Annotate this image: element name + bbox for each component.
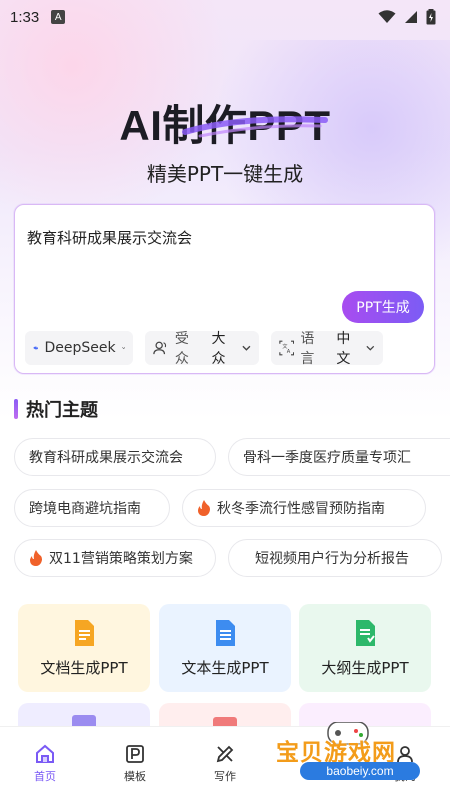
whale-icon <box>33 346 39 350</box>
topic-chip[interactable]: 跨境电商避坑指南 <box>14 489 170 527</box>
battery-icon <box>426 9 436 25</box>
outline-to-ppt-card[interactable]: 大纲生成PPT <box>299 604 431 692</box>
watermark-url: baobeiy.com <box>300 762 420 780</box>
signal-icon <box>405 11 417 23</box>
text-file-icon <box>216 619 235 646</box>
chevron-down-icon <box>121 347 125 350</box>
tab-writing-label: 写作 <box>214 769 236 783</box>
tab-templates-label: 模板 <box>124 769 146 783</box>
wifi-icon <box>378 10 396 23</box>
topic-chip-label: 教育科研成果展示交流会 <box>29 450 183 466</box>
model-select-value: DeepSeek <box>44 340 116 356</box>
ppt-generate-button[interactable]: PPT生成 <box>342 291 424 323</box>
fire-icon <box>30 550 42 566</box>
home-icon <box>36 744 54 763</box>
fire-icon <box>198 500 210 516</box>
audience-label: 受众 <box>174 331 189 367</box>
hero-subtitle: 精美PPT一键生成 <box>146 162 304 186</box>
topic-chip-label: 骨科一季度医疗质量专项汇 <box>243 450 411 466</box>
pencil-icon <box>216 745 234 762</box>
title-swoosh-decoration <box>182 116 328 138</box>
tab-home-label: 首页 <box>34 769 56 783</box>
tab-writing[interactable]: 写作 <box>180 727 270 800</box>
topic-chip-label: 秋冬季流行性感冒预防指南 <box>217 501 385 517</box>
status-icons <box>378 9 436 25</box>
hot-topics-heading: 热门主题 <box>14 398 98 421</box>
language-value: 中文 <box>336 331 351 367</box>
chevron-down-icon <box>366 345 375 351</box>
text-to-ppt-label: 文本生成PPT <box>181 658 269 677</box>
notification-badge: A <box>51 10 66 24</box>
user-icon <box>397 745 413 762</box>
topic-chip-hot[interactable]: 双11营销策略策划方案 <box>14 539 216 577</box>
translate-icon: 文 A <box>279 340 295 356</box>
document-icon <box>75 619 94 646</box>
document-to-ppt-label: 文档生成PPT <box>40 658 128 677</box>
topic-input-card: 教育科研成果展示交流会 PPT生成 DeepSeek 受众 大众 文 A 语言 … <box>14 204 435 374</box>
topic-chip[interactable]: 教育科研成果展示交流会 <box>14 438 216 476</box>
tab-templates[interactable]: 模板 <box>90 727 180 800</box>
topic-chip[interactable]: 骨科一季度医疗质量专项汇 <box>228 438 450 476</box>
template-icon <box>126 744 144 763</box>
outline-icon <box>356 619 375 646</box>
topic-chip-label: 跨境电商避坑指南 <box>29 501 141 517</box>
tab-home[interactable]: 首页 <box>0 727 90 800</box>
language-select[interactable]: 文 A 语言 中文 <box>271 331 383 367</box>
audience-value: 大众 <box>211 331 226 367</box>
audience-select[interactable]: 受众 大众 <box>145 331 259 367</box>
users-icon <box>153 341 167 355</box>
topic-chip-label: 短视频用户行为分析报告 <box>255 551 409 567</box>
svg-text:A: A <box>287 349 291 355</box>
model-select[interactable]: DeepSeek <box>25 331 133 365</box>
topic-chip[interactable]: 短视频用户行为分析报告 <box>228 539 442 577</box>
status-time: 1:33 <box>10 8 40 26</box>
topic-input[interactable]: 教育科研成果展示交流会 <box>27 227 192 248</box>
text-to-ppt-card[interactable]: 文本生成PPT <box>159 604 291 692</box>
chevron-down-icon <box>242 345 251 351</box>
hot-topics-title: 热门主题 <box>26 400 98 421</box>
section-accent-bar <box>14 399 18 419</box>
topic-chip-label: 双11营销策略策划方案 <box>49 551 193 567</box>
language-label: 语言 <box>300 331 315 367</box>
status-bar: 1:33 A <box>0 0 450 34</box>
topic-chip-hot[interactable]: 秋冬季流行性感冒预防指南 <box>182 489 426 527</box>
document-to-ppt-card[interactable]: 文档生成PPT <box>18 604 150 692</box>
outline-to-ppt-label: 大纲生成PPT <box>321 658 409 677</box>
